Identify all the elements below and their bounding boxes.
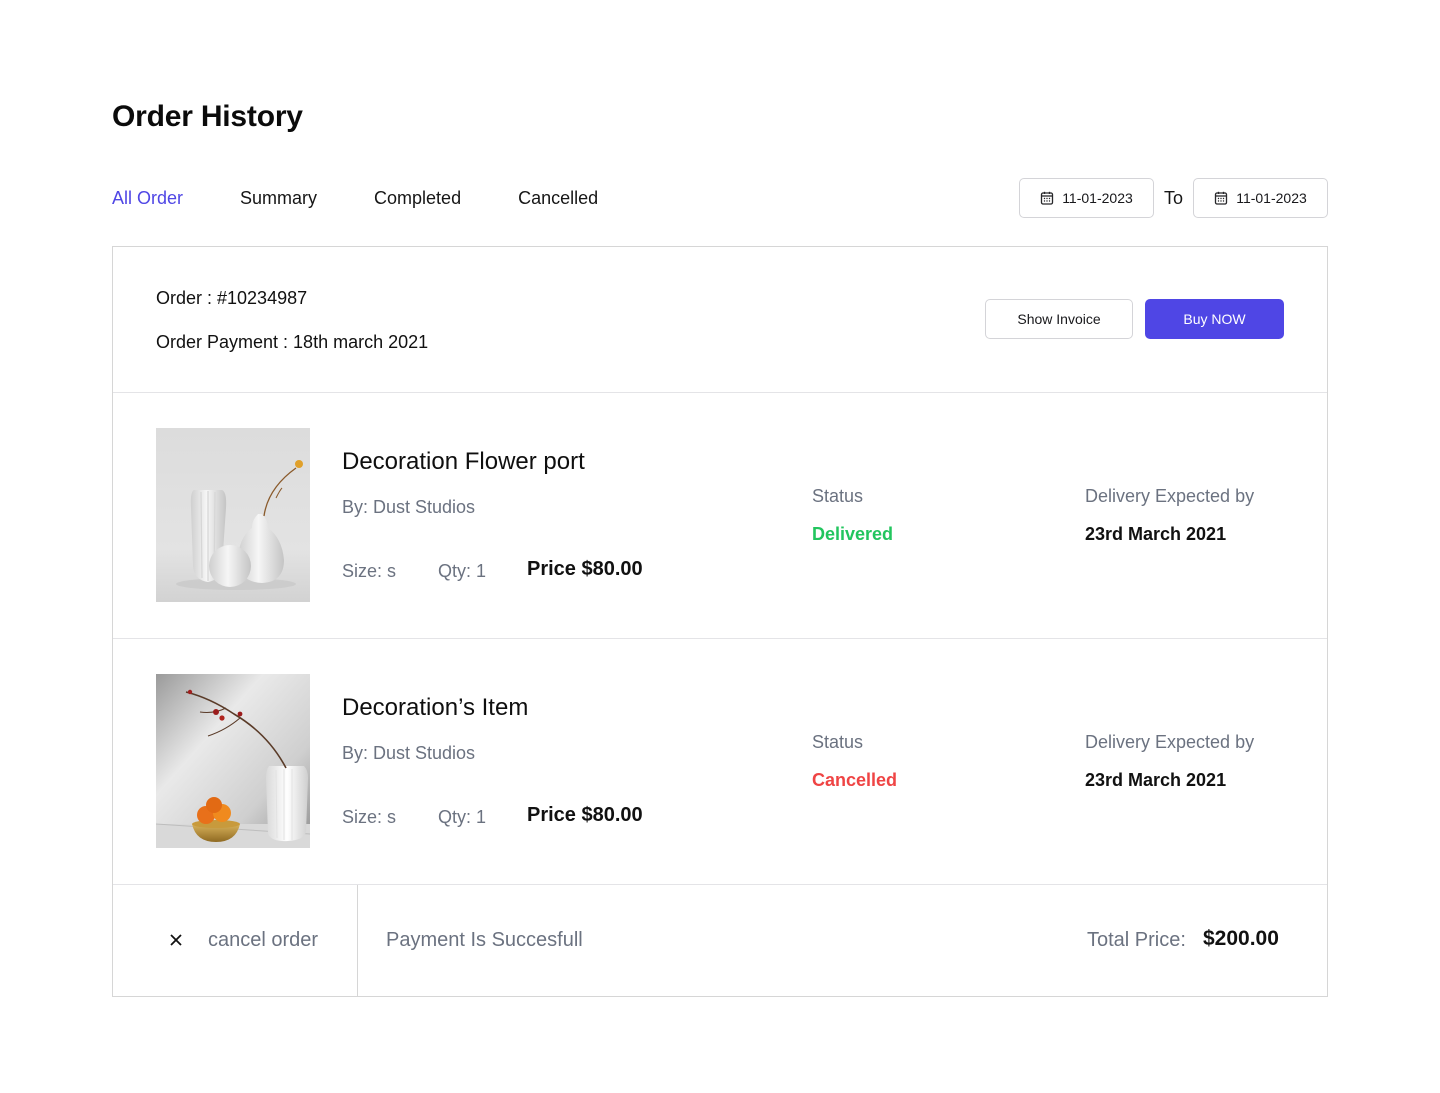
date-range-filter: 11-01-2023 To 11-01-2023 xyxy=(1018,178,1328,218)
order-item: Decoration Flower port By: Dust Studios … xyxy=(113,393,1327,639)
product-image-decor xyxy=(156,674,310,848)
tab-completed[interactable]: Completed xyxy=(374,186,461,210)
order-payment-date: Order Payment : 18th march 2021 xyxy=(156,332,429,352)
cancel-order-label: cancel order xyxy=(208,929,319,951)
date-to-picker[interactable]: 11-01-2023 xyxy=(1193,178,1328,218)
date-separator: To xyxy=(1163,187,1183,208)
order-number: Order : #10234987 xyxy=(156,288,308,308)
item-seller: By: Dust Studios xyxy=(342,497,476,517)
delivery-label: Delivery Expected by xyxy=(1085,732,1255,752)
date-from-picker[interactable]: 11-01-2023 xyxy=(1018,178,1154,218)
tab-all-order[interactable]: All Order xyxy=(112,186,183,210)
date-from-value: 11-01-2023 xyxy=(1062,190,1133,206)
tab-summary[interactable]: Summary xyxy=(240,186,317,210)
calendar-icon xyxy=(1041,191,1054,205)
delivery-date: 23rd March 2021 xyxy=(1085,770,1227,790)
tab-cancelled[interactable]: Cancelled xyxy=(518,186,598,210)
status-badge: Cancelled xyxy=(812,770,898,790)
item-size: Size: s xyxy=(342,561,397,581)
order-card: Order : #10234987 Order Payment : 18th m… xyxy=(112,246,1328,997)
item-seller: By: Dust Studios xyxy=(342,743,476,763)
status-label: Status xyxy=(812,732,864,752)
order-footer: cancel order Payment Is Succesfull Total… xyxy=(113,885,1327,996)
total-price-value: $200.00 xyxy=(1203,927,1279,950)
order-tabs: All Order Summary Completed Cancelled xyxy=(112,186,598,210)
show-invoice-button[interactable]: Show Invoice xyxy=(985,299,1133,339)
cancel-order-button[interactable]: cancel order xyxy=(113,885,358,996)
delivery-date: 23rd March 2021 xyxy=(1085,524,1227,544)
total-price-label: Total Price: xyxy=(1087,929,1186,951)
item-name[interactable]: Decoration’s Item xyxy=(342,694,528,722)
status-label: Status xyxy=(812,486,864,506)
item-quantity: Qty: 1 xyxy=(438,807,487,827)
buy-now-button[interactable]: Buy NOW xyxy=(1145,299,1284,339)
payment-status-message: Payment Is Succesfull xyxy=(386,929,583,951)
date-to-value: 11-01-2023 xyxy=(1236,190,1307,206)
item-size: Size: s xyxy=(342,807,397,827)
item-price: Price $80.00 xyxy=(527,804,643,826)
product-image-vases xyxy=(156,428,310,602)
order-item: Decoration’s Item By: Dust Studios Size:… xyxy=(113,639,1327,885)
order-header: Order : #10234987 Order Payment : 18th m… xyxy=(113,247,1327,393)
close-icon xyxy=(170,934,182,946)
item-name[interactable]: Decoration Flower port xyxy=(342,448,585,476)
item-price: Price $80.00 xyxy=(527,558,643,580)
delivery-label: Delivery Expected by xyxy=(1085,486,1255,506)
item-quantity: Qty: 1 xyxy=(438,561,487,581)
status-badge: Delivered xyxy=(812,524,894,544)
calendar-icon xyxy=(1215,191,1228,205)
page-title: Order History xyxy=(112,100,303,133)
